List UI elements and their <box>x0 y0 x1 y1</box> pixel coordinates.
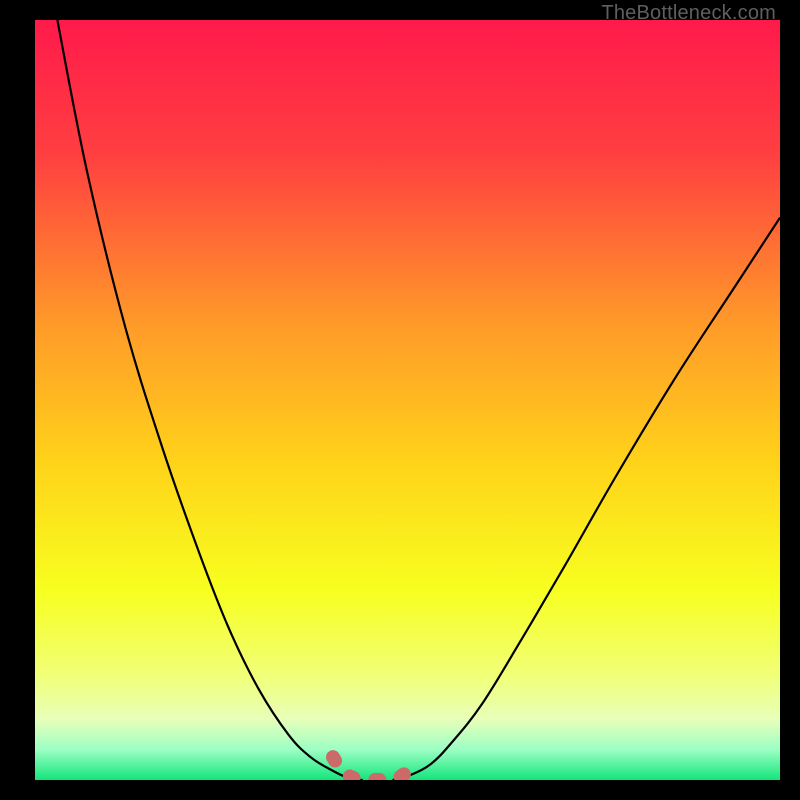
plot-area <box>35 20 780 780</box>
watermark-text: TheBottleneck.com <box>601 2 776 25</box>
chart-frame: TheBottleneck.com <box>0 0 800 800</box>
chart-svg <box>35 20 780 780</box>
